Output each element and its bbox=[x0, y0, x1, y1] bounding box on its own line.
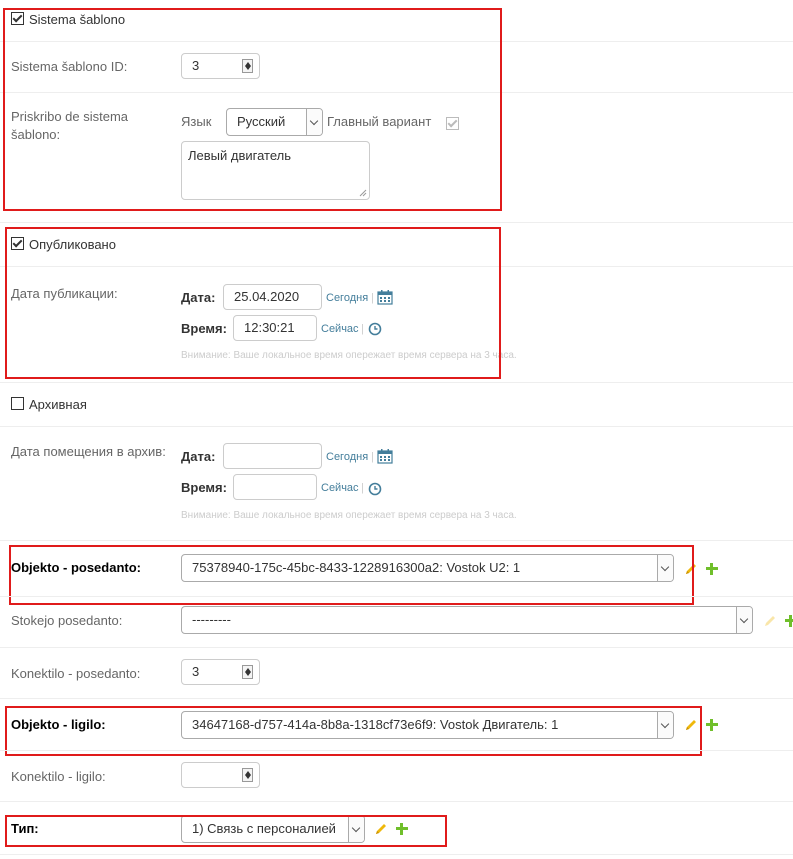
owner-connector-value: 3 bbox=[192, 664, 200, 679]
linked-connector-input[interactable] bbox=[181, 762, 260, 788]
divider bbox=[0, 540, 793, 541]
archive-time-input[interactable] bbox=[233, 474, 317, 500]
owner-connector-label: Konektilo - posedanto: bbox=[11, 666, 141, 681]
archive-date-label: Дата помещения в архив: bbox=[11, 444, 166, 459]
divider bbox=[0, 854, 793, 855]
archive-time-sublabel: Время: bbox=[181, 480, 227, 495]
archive-today-link[interactable]: Сегодня bbox=[326, 451, 368, 463]
divider bbox=[0, 426, 793, 427]
archived-label: Архивная bbox=[29, 397, 87, 412]
spinner-icon[interactable] bbox=[242, 665, 253, 679]
linked-connector-label: Konektilo - ligilo: bbox=[11, 769, 106, 784]
divider bbox=[0, 750, 793, 751]
timezone-note: Внимание: Ваше локальное время опережает… bbox=[181, 510, 517, 521]
owner-connector-input[interactable]: 3 bbox=[181, 659, 260, 685]
archived-checkbox[interactable] bbox=[11, 397, 24, 410]
owner-warehouse-label: Stokejo posedanto: bbox=[11, 613, 123, 628]
clock-icon[interactable] bbox=[368, 482, 382, 496]
owner-warehouse-select[interactable]: --------- bbox=[181, 606, 753, 634]
divider bbox=[0, 801, 793, 802]
archive-now-link[interactable]: Сейчас bbox=[321, 482, 359, 494]
highlight-box bbox=[3, 8, 502, 211]
add-plus-icon[interactable] bbox=[706, 719, 718, 731]
add-plus-icon[interactable] bbox=[785, 615, 793, 627]
separator: | bbox=[361, 482, 364, 494]
divider bbox=[0, 382, 793, 383]
separator: | bbox=[371, 451, 374, 463]
divider bbox=[0, 596, 793, 597]
archive-date-sublabel: Дата: bbox=[181, 449, 216, 464]
highlight-box bbox=[5, 815, 447, 847]
calendar-icon[interactable] bbox=[377, 449, 393, 464]
chevron-down-icon[interactable] bbox=[736, 607, 752, 633]
edit-pencil-icon bbox=[765, 616, 775, 626]
add-plus-icon[interactable] bbox=[706, 563, 718, 575]
highlight-box bbox=[5, 706, 702, 756]
highlight-box bbox=[5, 227, 501, 379]
divider bbox=[0, 698, 793, 699]
divider bbox=[0, 647, 793, 648]
divider bbox=[0, 222, 793, 223]
archive-date-input[interactable] bbox=[223, 443, 322, 469]
spinner-icon[interactable] bbox=[242, 768, 253, 782]
owner-warehouse-value: --------- bbox=[192, 612, 231, 627]
